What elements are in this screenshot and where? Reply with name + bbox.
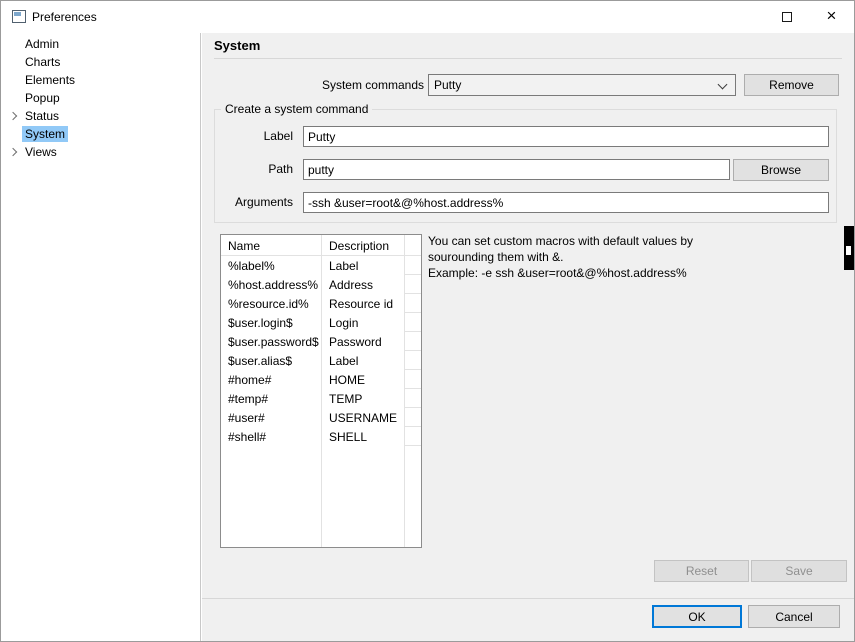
sidebar-item-label: Status bbox=[22, 108, 62, 124]
table-cell: USERNAME bbox=[322, 408, 405, 427]
sidebar-item-charts[interactable]: Charts bbox=[1, 53, 200, 71]
expand-chevron-icon[interactable] bbox=[9, 112, 17, 120]
table-header: Name Description bbox=[221, 235, 421, 256]
table-cell bbox=[405, 313, 421, 332]
remove-button[interactable]: Remove bbox=[744, 74, 839, 96]
table-cell: Password bbox=[322, 332, 405, 351]
table-row[interactable]: #user#USERNAME bbox=[221, 408, 421, 427]
arguments-input[interactable] bbox=[303, 192, 829, 213]
column-header-description[interactable]: Description bbox=[322, 235, 405, 256]
sidebar-item-label: Admin bbox=[22, 36, 62, 52]
table-cell: #temp# bbox=[221, 389, 322, 408]
table-cell bbox=[405, 294, 421, 313]
table-cell: SHELL bbox=[322, 427, 405, 446]
table-cell bbox=[405, 256, 421, 275]
sidebar-item-popup[interactable]: Popup bbox=[1, 89, 200, 107]
overlapping-window-artifact bbox=[844, 226, 854, 270]
path-input[interactable] bbox=[303, 159, 730, 180]
table-row[interactable]: $user.login$Login bbox=[221, 313, 421, 332]
table-cell: TEMP bbox=[322, 389, 405, 408]
close-icon: × bbox=[827, 7, 837, 24]
close-button[interactable]: × bbox=[809, 1, 854, 32]
column-header-empty bbox=[405, 235, 421, 256]
table-filler bbox=[221, 446, 421, 547]
page-title: System bbox=[214, 38, 260, 53]
sidebar-item-system[interactable]: System bbox=[1, 125, 200, 143]
table-cell bbox=[405, 408, 421, 427]
sidebar-item-views[interactable]: Views bbox=[1, 143, 200, 161]
table-cell: Login bbox=[322, 313, 405, 332]
create-command-group: Create a system command Label Path Brows… bbox=[214, 109, 837, 223]
table-cell: %host.address% bbox=[221, 275, 322, 294]
table-cell bbox=[405, 332, 421, 351]
table-row[interactable]: $user.password$Password bbox=[221, 332, 421, 351]
column-header-name[interactable]: Name bbox=[221, 235, 322, 256]
table-cell: Label bbox=[322, 256, 405, 275]
table-cell: HOME bbox=[322, 370, 405, 389]
macros-table: Name Description %label%Label%host.addre… bbox=[220, 234, 422, 548]
table-row[interactable]: #shell#SHELL bbox=[221, 427, 421, 446]
table-cell: #shell# bbox=[221, 427, 322, 446]
app-icon bbox=[12, 10, 26, 23]
path-field-label: Path bbox=[215, 162, 293, 177]
arguments-field-label: Arguments bbox=[215, 195, 293, 210]
sidebar-item-status[interactable]: Status bbox=[1, 107, 200, 125]
header-separator bbox=[214, 58, 842, 59]
system-settings-panel: System System commands Putty Remove Crea… bbox=[202, 33, 854, 641]
reset-button[interactable]: Reset bbox=[654, 560, 749, 582]
table-cell: $user.password$ bbox=[221, 332, 322, 351]
sidebar-item-admin[interactable]: Admin bbox=[1, 35, 200, 53]
sidebar-item-label: Views bbox=[22, 144, 60, 160]
table-cell: #home# bbox=[221, 370, 322, 389]
sidebar-item-elements[interactable]: Elements bbox=[1, 71, 200, 89]
table-row[interactable]: %resource.id%Resource id bbox=[221, 294, 421, 313]
table-row[interactable]: #home#HOME bbox=[221, 370, 421, 389]
preferences-dialog: Preferences × Admin Charts Elements Popu… bbox=[0, 0, 855, 642]
help-line: You can set custom macros with default v… bbox=[428, 233, 788, 249]
save-button[interactable]: Save bbox=[751, 560, 847, 582]
table-cell bbox=[405, 389, 421, 408]
table-cell bbox=[405, 275, 421, 294]
label-input[interactable] bbox=[303, 126, 829, 147]
table-cell: $user.login$ bbox=[221, 313, 322, 332]
table-cell bbox=[405, 370, 421, 389]
table-cell: %resource.id% bbox=[221, 294, 322, 313]
group-title: Create a system command bbox=[221, 102, 372, 117]
table-cell: $user.alias$ bbox=[221, 351, 322, 370]
table-cell bbox=[405, 351, 421, 370]
preferences-tree: Admin Charts Elements Popup Status Syste… bbox=[1, 33, 201, 641]
table-row[interactable]: $user.alias$Label bbox=[221, 351, 421, 370]
help-line: sourounding them with &. bbox=[428, 249, 788, 265]
sidebar-item-label: Popup bbox=[22, 90, 63, 106]
table-cell bbox=[405, 427, 421, 446]
help-line: Example: -e ssh &user=root&@%host.addres… bbox=[428, 265, 788, 281]
expand-chevron-icon[interactable] bbox=[9, 148, 17, 156]
table-row[interactable]: #temp#TEMP bbox=[221, 389, 421, 408]
sidebar-item-label: System bbox=[22, 126, 68, 142]
browse-button[interactable]: Browse bbox=[733, 159, 829, 181]
macro-help-text: You can set custom macros with default v… bbox=[428, 233, 788, 281]
table-row[interactable]: %host.address%Address bbox=[221, 275, 421, 294]
footer-separator bbox=[202, 598, 854, 599]
table-row[interactable]: %label%Label bbox=[221, 256, 421, 275]
label-field-label: Label bbox=[215, 129, 293, 144]
sidebar-item-label: Elements bbox=[22, 72, 78, 88]
ok-button[interactable]: OK bbox=[652, 605, 742, 628]
maximize-button[interactable] bbox=[764, 1, 809, 32]
system-commands-label: System commands bbox=[202, 78, 424, 93]
cancel-button[interactable]: Cancel bbox=[748, 605, 840, 628]
maximize-icon bbox=[782, 12, 792, 22]
titlebar: Preferences × bbox=[1, 1, 854, 33]
table-cell: #user# bbox=[221, 408, 322, 427]
table-cell: Label bbox=[322, 351, 405, 370]
table-cell: Address bbox=[322, 275, 405, 294]
sidebar-item-label: Charts bbox=[22, 54, 63, 70]
system-commands-dropdown[interactable]: Putty bbox=[428, 74, 736, 96]
window-title: Preferences bbox=[32, 10, 97, 25]
table-cell: %label% bbox=[221, 256, 322, 275]
macro-table-rows: %label%Label%host.address%Address%resour… bbox=[221, 256, 421, 446]
dropdown-selected-value: Putty bbox=[434, 78, 735, 92]
table-cell: Resource id bbox=[322, 294, 405, 313]
